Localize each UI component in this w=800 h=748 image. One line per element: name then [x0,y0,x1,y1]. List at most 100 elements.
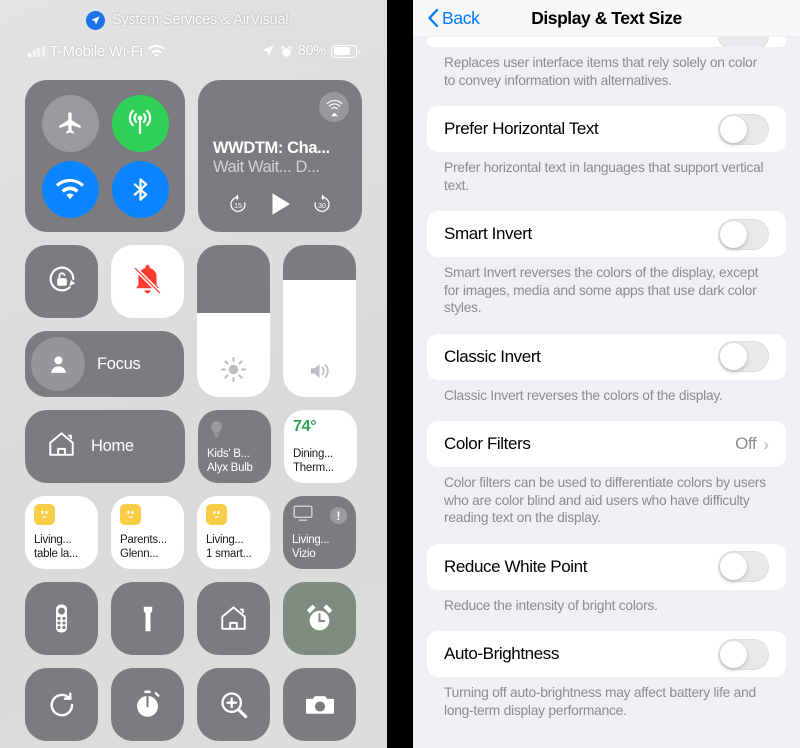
screen-mirroring-icon [46,689,78,721]
row-card-reduce-white-point[interactable]: Reduce White Point [427,543,786,590]
accessory-parents-glenn[interactable]: Parents... Glenn... [111,496,184,569]
partial-toggle[interactable] [718,37,769,47]
row-card-color-filters[interactable]: Color Filters Off › [427,421,786,467]
screen-mirroring-button[interactable] [25,668,98,741]
timer-icon [132,689,163,720]
system-services-notice[interactable]: System Services & AirVisual › [0,0,387,36]
back-button[interactable]: Back [427,8,480,29]
accessory-living-table-lamp[interactable]: Living... table la... [25,496,98,569]
status-bar: T-Mobile Wi-Fi 80% [0,36,387,66]
flashlight-icon [133,604,163,634]
brightness-slider[interactable] [197,245,270,397]
media-subtitle: Wait Wait... D... [213,158,320,176]
setting-row[interactable]: Color Filters Off › [427,421,786,467]
play-button[interactable] [265,189,295,219]
bluetooth-icon [127,176,154,203]
setting-row[interactable]: Smart Invert [427,211,786,257]
forward-30-button[interactable]: 30 [311,193,333,215]
setting-row[interactable]: Reduce White Point [427,544,786,590]
chevron-right-icon: › [296,12,302,28]
row-label: Smart Invert [444,224,532,243]
cellular-bars-icon [28,45,45,57]
partial-row-card-top[interactable] [427,37,786,47]
accessory-dining-thermostat[interactable]: 74° Dining... Therm... [284,410,357,483]
home-button[interactable]: Home [25,410,185,483]
settings-scroll-area[interactable]: Replaces user interface items that rely … [413,37,800,748]
accessory-living-smart-plug[interactable]: Living... 1 smart... [197,496,270,569]
person-icon [31,337,85,391]
svg-text:15: 15 [234,203,242,210]
accessory-kids-bulb[interactable]: Kids' B... Alyx Bulb [198,410,271,483]
apple-tv-remote-button[interactable] [25,582,98,655]
rotation-lock-toggle[interactable] [25,245,98,318]
rotation-lock-icon [45,262,79,301]
silent-mode-toggle[interactable] [111,245,184,318]
carrier-label: T-Mobile Wi-Fi [49,42,143,60]
accessory-name: Living... [206,534,244,546]
volume-slider[interactable] [283,245,356,397]
accessory-living-vizio-tv[interactable]: ! Living... Vizio [283,496,356,569]
airplane-icon [57,110,84,137]
setting-row[interactable]: Auto-Brightness [427,631,786,677]
shortcut-row-2 [25,668,362,741]
timer-button[interactable] [111,668,184,741]
wifi-toggle[interactable] [41,160,99,218]
brightness-slider-fill [197,245,270,314]
alarm-clock-icon [280,45,293,58]
wifi-icon [147,44,165,58]
footnote-smart-invert: Smart Invert reverses the colors of the … [444,265,759,315]
accessory-name: Parents... [120,534,167,546]
accessory-detail: Therm... [293,461,334,474]
camera-button[interactable] [283,668,356,741]
back-label: Back [442,7,480,28]
row-label: Prefer Horizontal Text [444,119,599,138]
setting-row[interactable]: Prefer Horizontal Text [427,106,786,152]
row-card-classic-invert[interactable]: Classic Invert [427,333,786,380]
auto-brightness-toggle[interactable] [718,638,769,670]
alert-badge: ! [330,507,347,524]
setting-row[interactable]: Classic Invert [427,334,786,380]
accessory-detail: 1 smart... [206,547,252,560]
focus-label: Focus [97,354,141,373]
bluetooth-toggle[interactable] [111,160,169,218]
location-arrow-icon [261,44,275,58]
airplane-mode-toggle[interactable] [41,94,99,152]
magnifier-button[interactable] [197,668,270,741]
row-label: Classic Invert [444,346,541,366]
color-filters-value: Off [735,434,757,453]
alarm-button[interactable] [283,582,356,655]
accessory-detail: Glenn... [120,547,159,560]
outlet-icon [206,504,227,525]
focus-button[interactable]: Focus [25,331,184,397]
rewind-15-button[interactable]: 15 [227,193,249,215]
speaker-waves-icon [306,359,334,383]
row-label: Auto-Brightness [444,644,559,663]
shortcut-row-1 [25,582,362,655]
system-services-label: System Services & AirVisual [111,12,289,28]
reduce-white-point-toggle[interactable] [718,551,769,582]
airplay-audio-icon[interactable] [319,92,349,122]
flashlight-button[interactable] [111,582,184,655]
accessory-detail: Vizio [292,547,316,560]
footnote-auto-brightness: Turning off auto-brightness may affect b… [444,685,756,718]
media-title: WWDTM: Cha... [213,139,330,157]
row-card-auto-brightness[interactable]: Auto-Brightness [427,631,786,677]
cellular-data-toggle[interactable] [111,94,169,152]
toggle-knob [720,553,748,581]
prefer-horizontal-text-toggle[interactable] [718,113,769,145]
toggle-knob [720,115,748,143]
accessory-name: Kids' B... [207,448,250,460]
footnote-differentiate-without-color: Replaces user interface items that rely … [444,55,757,88]
outlet-icon [34,504,55,525]
home-app-button[interactable] [197,582,270,655]
row-card-smart-invert[interactable]: Smart Invert [427,211,786,257]
toggle-knob [720,220,748,248]
lightbulb-icon [207,418,226,445]
accessory-name: Living... [292,534,330,546]
home-label: Home [91,437,134,455]
now-playing-module[interactable]: WWDTM: Cha... Wait Wait... D... 15 30 [198,80,362,232]
footnote-reduce-white-point: Reduce the intensity of bright colors. [444,597,658,613]
classic-invert-toggle[interactable] [718,341,769,372]
row-card-prefer-horizontal-text[interactable]: Prefer Horizontal Text [427,106,786,152]
smart-invert-toggle[interactable] [718,218,769,250]
